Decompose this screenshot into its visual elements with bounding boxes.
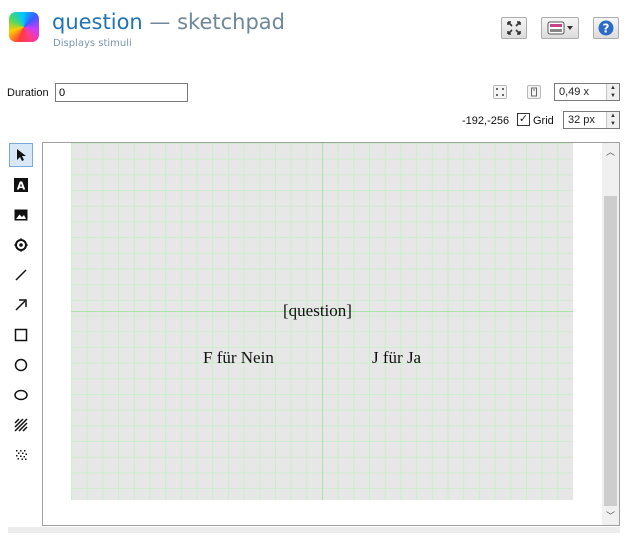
- center-view-icon: [496, 88, 504, 96]
- grid-size-value: 32 px: [568, 114, 595, 126]
- tool-text[interactable]: A: [9, 173, 33, 197]
- scroll-down-icon[interactable]: ﹀: [602, 508, 619, 525]
- fixdot-icon: [14, 238, 28, 252]
- scroll-up-icon[interactable]: ︿: [602, 144, 619, 161]
- grid-up-icon[interactable]: ▲: [607, 112, 619, 120]
- zoom-spinbox[interactable]: 0,49 x ▲ ▼: [554, 83, 620, 101]
- maximize-icon: [507, 21, 521, 35]
- horizontal-scrollbar[interactable]: [8, 527, 620, 533]
- grid-checkbox[interactable]: ✓: [517, 113, 530, 126]
- scrollbar-thumb[interactable]: [604, 196, 617, 506]
- page-title: question — sketchpad: [52, 10, 285, 34]
- item-type: sketchpad: [177, 10, 285, 34]
- tool-arrow[interactable]: [9, 293, 33, 317]
- tool-rectangle[interactable]: [9, 323, 33, 347]
- item-name[interactable]: question: [52, 10, 143, 34]
- tool-gabor[interactable]: [9, 413, 33, 437]
- duration-input[interactable]: [55, 83, 188, 102]
- tool-ellipse[interactable]: [9, 383, 33, 407]
- help-icon: ?: [598, 20, 614, 36]
- left-option-text-item[interactable]: F für Nein: [203, 348, 274, 368]
- grid-down-icon[interactable]: ▼: [607, 120, 619, 128]
- text-icon: A: [14, 178, 28, 192]
- tool-image[interactable]: [9, 203, 33, 227]
- question-text-item[interactable]: [question]: [283, 301, 352, 321]
- app-logo: [9, 12, 39, 42]
- tool-pointer[interactable]: [9, 143, 33, 167]
- rectangle-icon: [14, 328, 28, 342]
- zoom-value: 0,49 x: [559, 86, 589, 98]
- vertical-scrollbar[interactable]: ︿ ﹀: [602, 143, 619, 525]
- duration-label: Duration: [7, 87, 49, 99]
- noise-icon: [16, 450, 27, 460]
- gabor-icon: [14, 418, 28, 432]
- fit-view-icon: [531, 87, 537, 97]
- image-icon: [14, 209, 28, 221]
- svg-text:?: ?: [603, 22, 610, 36]
- view-options-icon: [547, 21, 573, 35]
- line-icon: [15, 269, 27, 281]
- canvas-center-vertical-line: [322, 143, 323, 500]
- tool-noise[interactable]: [9, 443, 33, 467]
- zoom-up-icon[interactable]: ▲: [607, 84, 619, 92]
- tool-fixdot[interactable]: [9, 233, 33, 257]
- right-option-text-item[interactable]: J für Ja: [372, 348, 421, 368]
- circle-icon: [14, 358, 28, 372]
- grid-size-spinbox[interactable]: 32 px ▲ ▼: [563, 111, 620, 129]
- maximize-button[interactable]: [501, 17, 527, 39]
- title-separator: —: [142, 10, 178, 34]
- grid-label: Grid: [533, 115, 554, 127]
- sketchpad-editor: question — sketchpad Displays stimuli ? …: [0, 0, 628, 540]
- pointer-icon: [17, 149, 26, 161]
- check-icon: ✓: [518, 113, 529, 125]
- cursor-position: -192,-256: [462, 115, 510, 127]
- svg-text:A: A: [17, 180, 26, 193]
- tool-palette: A: [9, 143, 35, 473]
- help-button[interactable]: ?: [593, 17, 619, 39]
- item-description[interactable]: Displays stimuli: [53, 38, 132, 49]
- tool-line[interactable]: [9, 263, 33, 287]
- zoom-down-icon[interactable]: ▼: [607, 92, 619, 100]
- center-view-button[interactable]: [493, 85, 507, 99]
- fit-view-button[interactable]: [527, 85, 541, 99]
- tool-circle[interactable]: [9, 353, 33, 377]
- ellipse-icon: [14, 389, 28, 401]
- arrow-icon: [15, 299, 27, 311]
- view-options-button[interactable]: [541, 17, 579, 39]
